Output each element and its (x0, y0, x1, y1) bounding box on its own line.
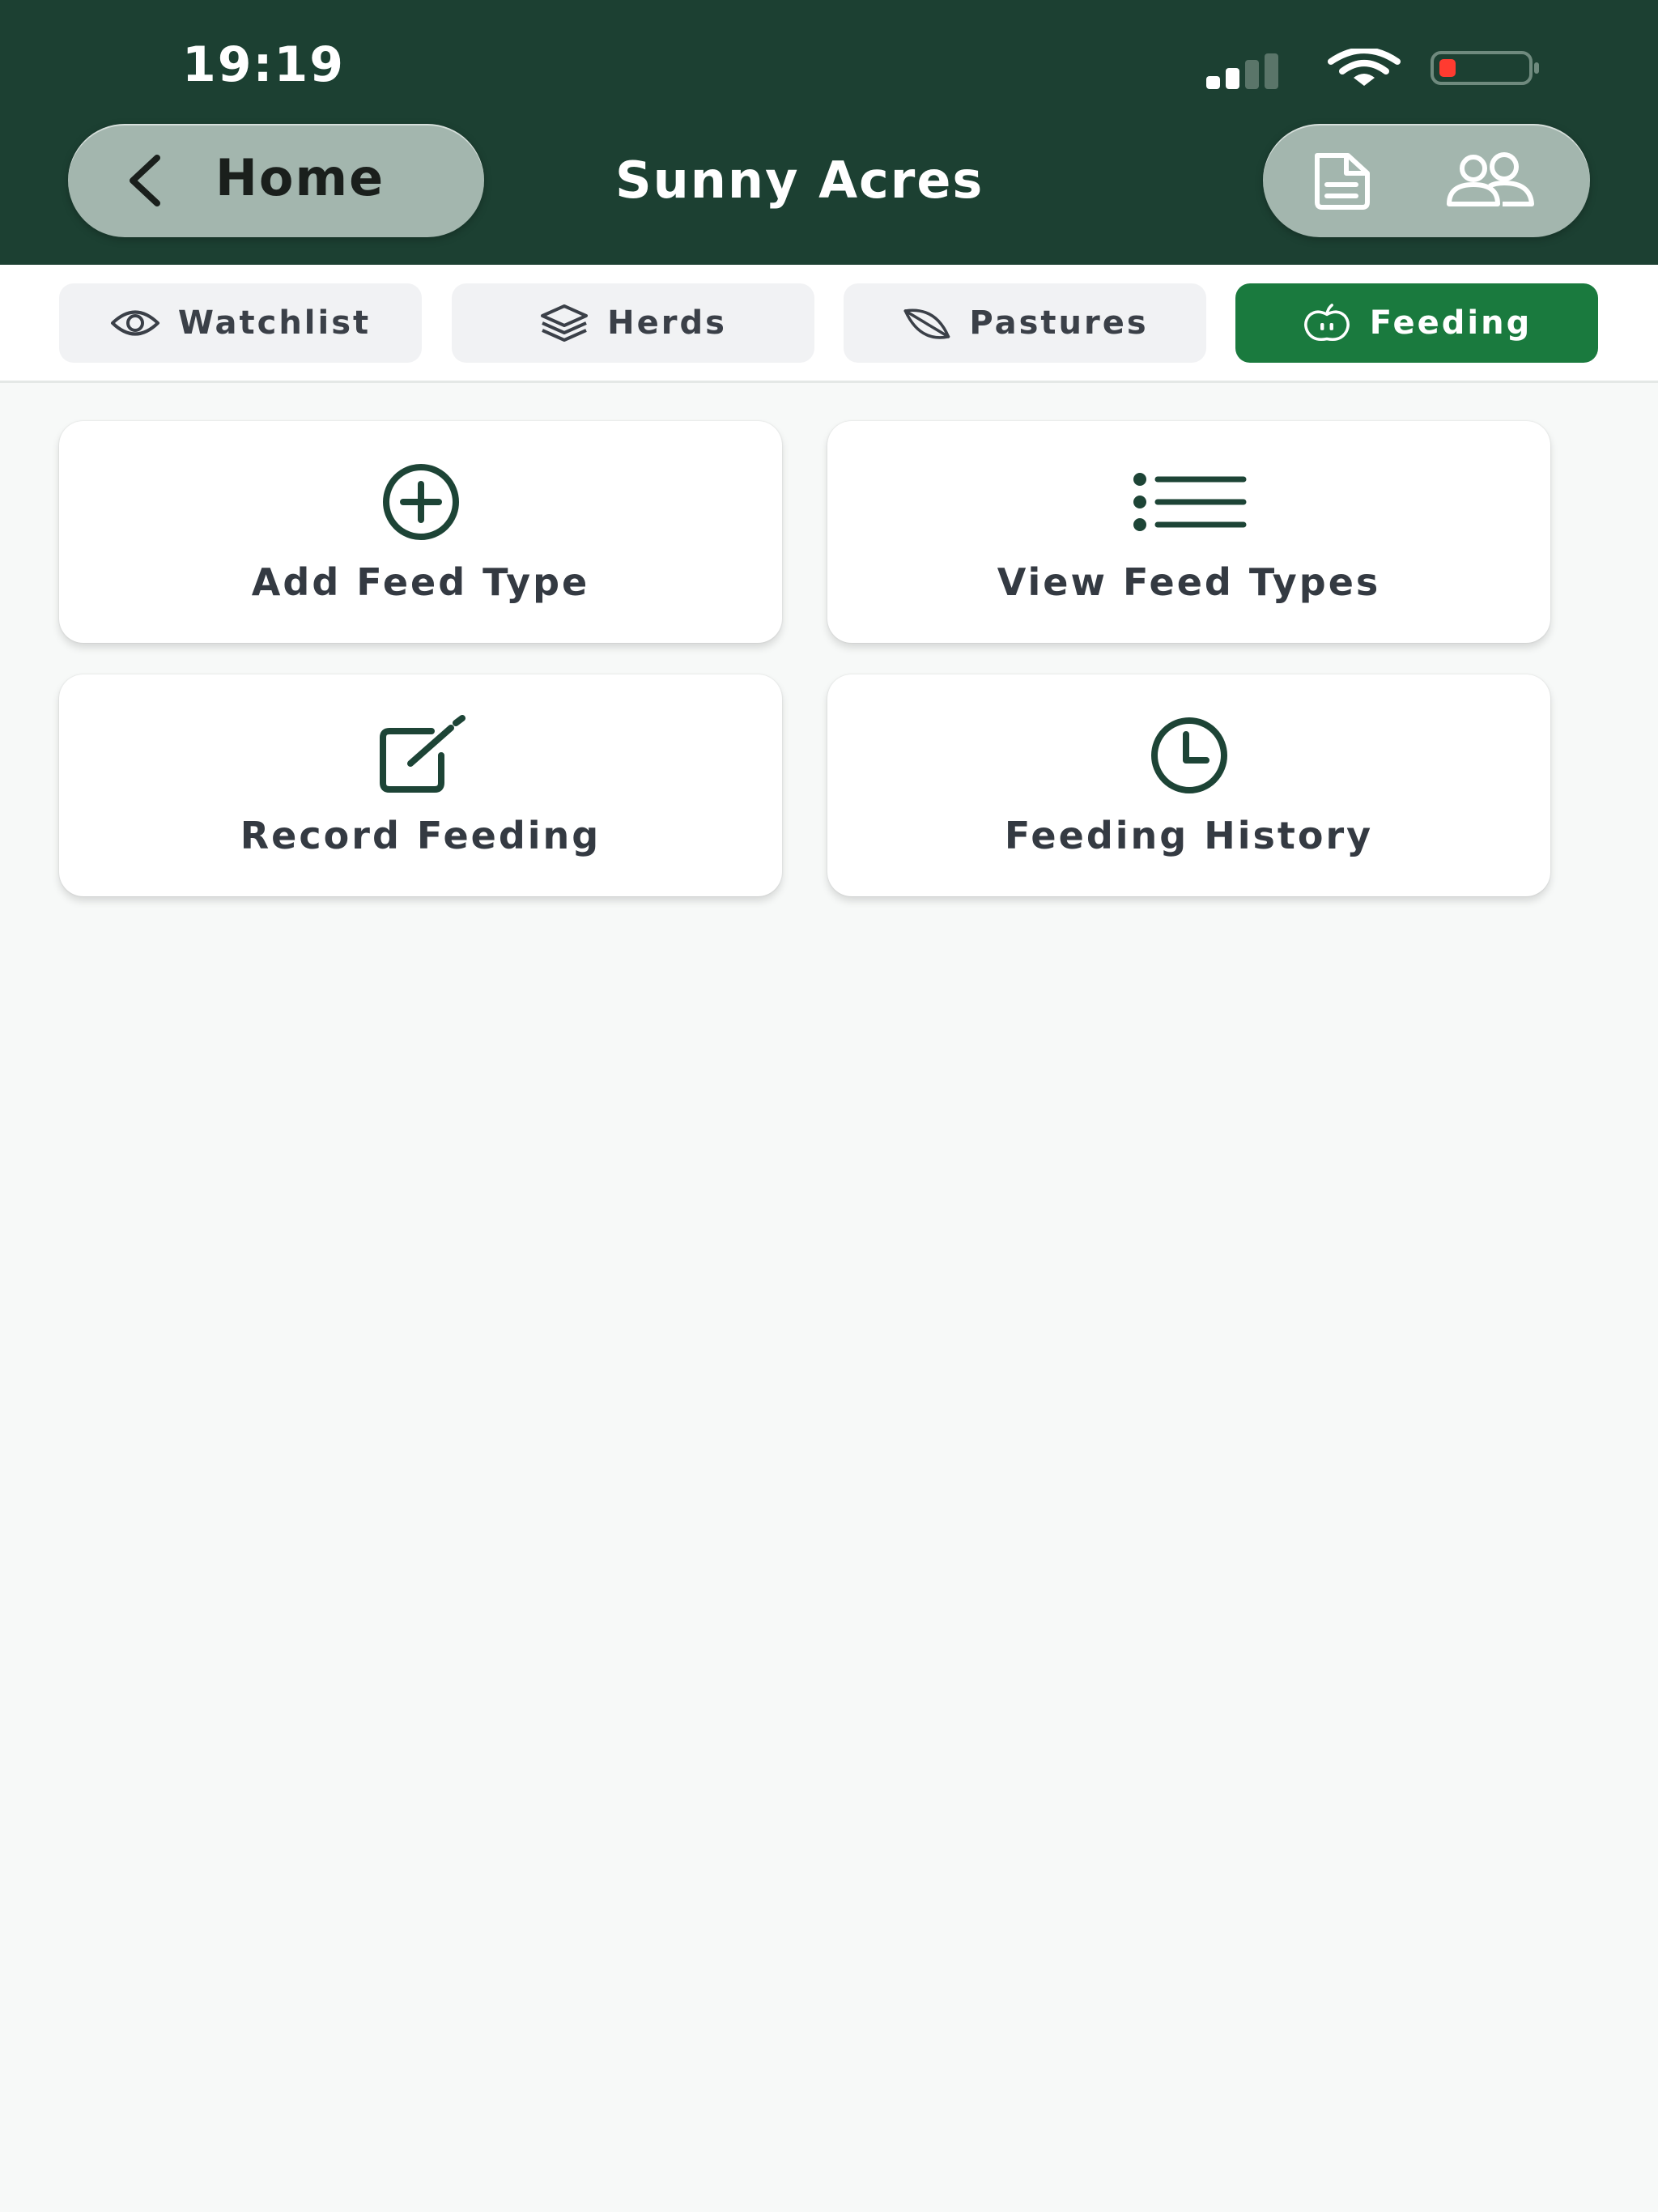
apple-icon (1303, 304, 1350, 342)
battery-icon (1431, 51, 1539, 85)
add-feed-type-card[interactable]: Add Feed Type (59, 421, 782, 643)
card-label: View Feed Types (997, 560, 1381, 604)
layers-icon (541, 304, 589, 342)
header-actions (1263, 124, 1590, 237)
tab-watchlist[interactable]: Watchlist (59, 283, 422, 363)
tab-label: Pastures (969, 304, 1149, 342)
tab-label: Watchlist (177, 304, 372, 342)
edit-icon (379, 715, 466, 793)
tab-pastures[interactable]: Pastures (844, 283, 1206, 363)
status-time: 19:19 (182, 36, 345, 93)
wifi-icon (1328, 49, 1401, 86)
back-button-label: Home (215, 148, 385, 207)
document-icon (1315, 153, 1370, 210)
document-button[interactable] (1294, 140, 1391, 221)
feeding-history-card[interactable]: Feeding History (827, 674, 1550, 896)
back-home-button[interactable]: Home (68, 124, 484, 237)
view-feed-types-card[interactable]: View Feed Types (827, 421, 1550, 643)
signal-bar-4 (1265, 53, 1278, 89)
clock-icon (1150, 717, 1227, 793)
tab-feeding[interactable]: Feeding (1235, 283, 1598, 363)
card-label: Feeding History (1004, 814, 1374, 857)
signal-bar-3 (1245, 60, 1259, 89)
leaf-icon (903, 308, 950, 339)
tab-label: Feeding (1369, 304, 1533, 342)
card-label: Record Feeding (240, 814, 602, 857)
tab-bar: Watchlist Herds Pastures Feeding (0, 265, 1658, 383)
chevron-left-icon (130, 155, 160, 206)
users-button[interactable] (1441, 140, 1538, 221)
tab-herds[interactable]: Herds (452, 283, 814, 363)
status-indicators (1206, 47, 1546, 89)
list-icon (1133, 473, 1246, 531)
users-icon (1447, 152, 1534, 206)
page-title: Sunny Acres (615, 151, 984, 210)
plus-circle-icon (382, 464, 459, 540)
eye-icon (110, 310, 159, 336)
signal-bar-2 (1226, 68, 1239, 89)
tab-label: Herds (607, 304, 727, 342)
app-header: 19:19 Home Sunny Acres (0, 0, 1658, 265)
record-feeding-card[interactable]: Record Feeding (59, 674, 782, 896)
card-label: Add Feed Type (251, 560, 590, 604)
signal-bar-1 (1206, 76, 1220, 89)
